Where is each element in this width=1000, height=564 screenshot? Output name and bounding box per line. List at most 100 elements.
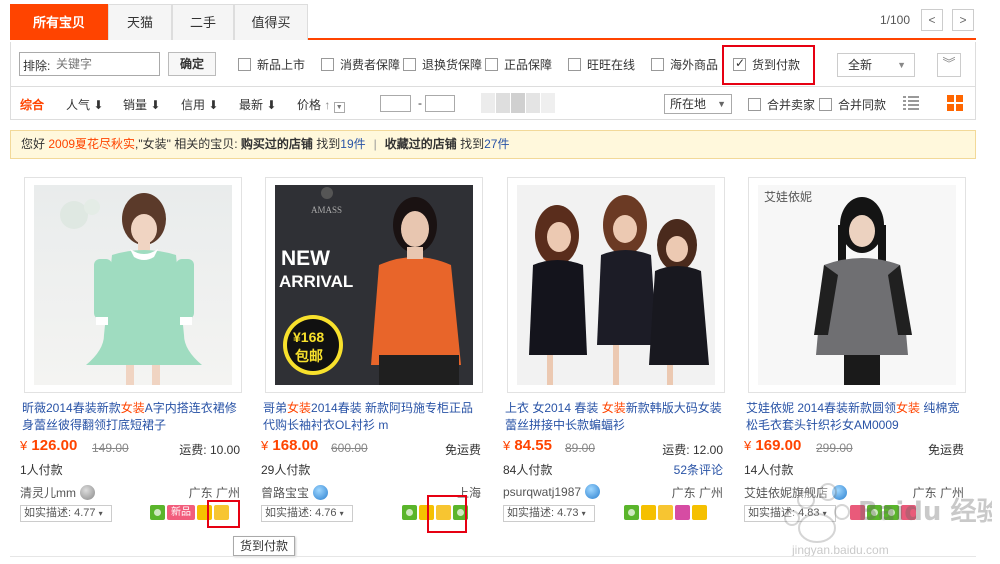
tab-second-hand[interactable]: 二手	[172, 4, 234, 40]
exclude-box: 排除:	[19, 52, 160, 76]
consumer-protection-icon[interactable]	[624, 505, 639, 520]
product-image-frame[interactable]: 艾娃依妮	[748, 177, 966, 393]
rating-dropdown[interactable]: 如实描述: 4.83 ▾	[744, 505, 836, 522]
arrow-down-icon: ⬇	[208, 98, 219, 112]
product-price: ¥ 84.55	[503, 437, 552, 454]
product-image[interactable]	[34, 185, 232, 385]
chevron-down-icon: ▾	[98, 509, 103, 518]
image-free-shipping-text: 包邮	[295, 348, 323, 365]
bought-shops-count-link[interactable]: 19件	[340, 137, 365, 151]
product-title[interactable]: 艾娃依妮 2014春装新款圆领女装 纯棉宽松毛衣套头针织衫女AM0009	[746, 400, 968, 434]
merge-same-checkbox[interactable]: 合并同款	[819, 96, 886, 113]
checkbox[interactable]	[568, 58, 581, 71]
price-min-input[interactable]	[380, 95, 411, 112]
review-count-link[interactable]: 52条评论	[674, 461, 723, 478]
seller-name[interactable]: 曾路宝宝	[261, 484, 329, 501]
consumer-protection-icon[interactable]	[867, 505, 882, 520]
filter-return-guarantee[interactable]: 退换货保障	[403, 56, 482, 73]
rating-dropdown[interactable]: 如实描述: 4.77 ▾	[20, 505, 112, 522]
favorite-shops-count-link[interactable]: 27件	[484, 137, 509, 151]
return-guarantee-icon[interactable]	[901, 505, 916, 520]
gift-icon[interactable]	[692, 505, 707, 520]
product-image-frame[interactable]	[507, 177, 725, 393]
wangwang-online-icon[interactable]	[313, 485, 329, 500]
exclude-label: 排除:	[23, 59, 51, 73]
filter-new-arrival[interactable]: 新品上市	[238, 56, 305, 73]
product-card: 昕薇2014春装新款女装A字内搭连衣裙修身蕾丝彼得翻领打底短裙子 ¥ 126.0…	[16, 177, 244, 532]
sort-row: 综合 人气 ⬇ 销量 ⬇ 信用 ⬇ 最新 ⬇ 价格 ↑ ▼ - 所在地 ▼ 合并…	[10, 87, 976, 120]
filter-wangwang-online[interactable]: 旺旺在线	[568, 56, 635, 73]
merge-seller-checkbox[interactable]: 合并卖家	[748, 96, 815, 113]
price-range-bar[interactable]	[496, 93, 510, 113]
sort-default[interactable]: 综合	[20, 96, 44, 113]
seller-name[interactable]: 清灵儿mm	[20, 484, 95, 501]
product-image-frame[interactable]	[24, 177, 242, 393]
rating-dropdown[interactable]: 如实描述: 4.76 ▾	[261, 505, 353, 522]
consumer-protection-icon[interactable]	[150, 505, 165, 520]
filter-genuine-guarantee[interactable]: 正品保障	[485, 56, 552, 73]
wangwang-online-icon[interactable]	[832, 485, 848, 500]
checkbox[interactable]	[819, 98, 832, 111]
product-title[interactable]: 上衣 女2014 春装 女装新款韩版大码女装蕾丝拼接中长款蝙蝠衫	[505, 400, 727, 434]
product-price: ¥ 168.00	[261, 437, 319, 454]
expand-filters-button[interactable]: ︾	[937, 53, 961, 77]
wangwang-offline-icon[interactable]	[80, 485, 95, 500]
original-price: 89.00	[565, 441, 596, 455]
product-image-frame[interactable]: AMASS NEW ARRIVAL ¥168 包邮	[265, 177, 483, 393]
product-image[interactable]: 艾娃依妮	[758, 185, 956, 385]
paid-count: 29人付款	[261, 463, 311, 477]
sort-price[interactable]: 价格 ↑ ▼	[297, 96, 345, 113]
genuine-guarantee-icon[interactable]	[884, 505, 899, 520]
price-sort-dropdown-icon[interactable]: ▼	[333, 102, 345, 113]
checkbox[interactable]	[403, 58, 416, 71]
sort-credit[interactable]: 信用 ⬇	[181, 96, 218, 113]
new-arrival-badge[interactable]: 新品	[167, 505, 195, 520]
product-title[interactable]: 昕薇2014春装新款女装A字内搭连衣裙修身蕾丝彼得翻领打底短裙子	[22, 400, 244, 434]
image-brand-text: AMASS	[311, 205, 342, 215]
credit-card-icon[interactable]	[641, 505, 656, 520]
condition-select[interactable]: 全新 ▼	[837, 53, 915, 77]
list-view-icon[interactable]	[903, 96, 919, 110]
chevron-down-icon: ▼	[717, 99, 726, 109]
filter-overseas[interactable]: 海外商品	[651, 56, 718, 73]
sort-newest[interactable]: 最新 ⬇	[239, 96, 276, 113]
location-select[interactable]: 所在地 ▼	[664, 94, 732, 114]
page-indicator: 1/100	[879, 13, 910, 27]
seller-name[interactable]: psurqwatj1987	[503, 484, 601, 499]
checkbox[interactable]	[485, 58, 498, 71]
sort-popularity[interactable]: 人气 ⬇	[66, 96, 103, 113]
trial-icon[interactable]	[675, 505, 690, 520]
product-card: 艾娃依妮 艾娃依妮 2014春装新款圆领女装 纯棉宽松毛衣套头针织衫女AM000…	[740, 177, 968, 532]
price-range-bar[interactable]	[526, 93, 540, 113]
tmall-icon[interactable]	[850, 505, 865, 520]
price-range-bar[interactable]	[511, 93, 525, 113]
checkbox[interactable]	[748, 98, 761, 111]
next-page-button[interactable]: >	[952, 9, 974, 31]
prev-page-button[interactable]: <	[921, 9, 943, 31]
product-image[interactable]	[517, 185, 715, 385]
cod-highlight-box	[427, 495, 467, 533]
tab-worth-buying[interactable]: 值得买	[234, 4, 308, 40]
price-range-bar[interactable]	[541, 93, 555, 113]
seller-name[interactable]: 艾娃依妮旗舰店	[744, 484, 848, 501]
checkbox[interactable]	[321, 58, 334, 71]
wangwang-online-icon[interactable]	[585, 484, 601, 499]
exclude-keyword-input[interactable]	[56, 55, 156, 73]
checkbox[interactable]	[238, 58, 251, 71]
price-range-bar[interactable]	[481, 93, 495, 113]
product-title[interactable]: 哥弟女装2014春装 新款阿玛施专柜正品代购长袖衬衣OL衬衫 m	[263, 400, 485, 434]
sort-sales[interactable]: 销量 ⬇	[123, 96, 160, 113]
product-image[interactable]: AMASS NEW ARRIVAL ¥168 包邮	[275, 185, 473, 385]
consumer-protection-icon[interactable]	[402, 505, 417, 520]
cash-on-delivery-icon[interactable]	[658, 505, 673, 520]
rating-dropdown[interactable]: 如实描述: 4.73 ▾	[503, 505, 595, 522]
confirm-button[interactable]: 确定	[168, 52, 216, 76]
grid-view-icon[interactable]	[947, 95, 963, 111]
tab-tmall[interactable]: 天猫	[108, 4, 172, 40]
seller-location: 广东 广州	[912, 486, 964, 500]
checkbox[interactable]	[651, 58, 664, 71]
arrow-down-icon: ⬇	[93, 98, 104, 112]
tab-all-items[interactable]: 所有宝贝	[10, 4, 108, 40]
filter-consumer-protection[interactable]: 消费者保障	[321, 56, 400, 73]
price-max-input[interactable]	[425, 95, 455, 112]
